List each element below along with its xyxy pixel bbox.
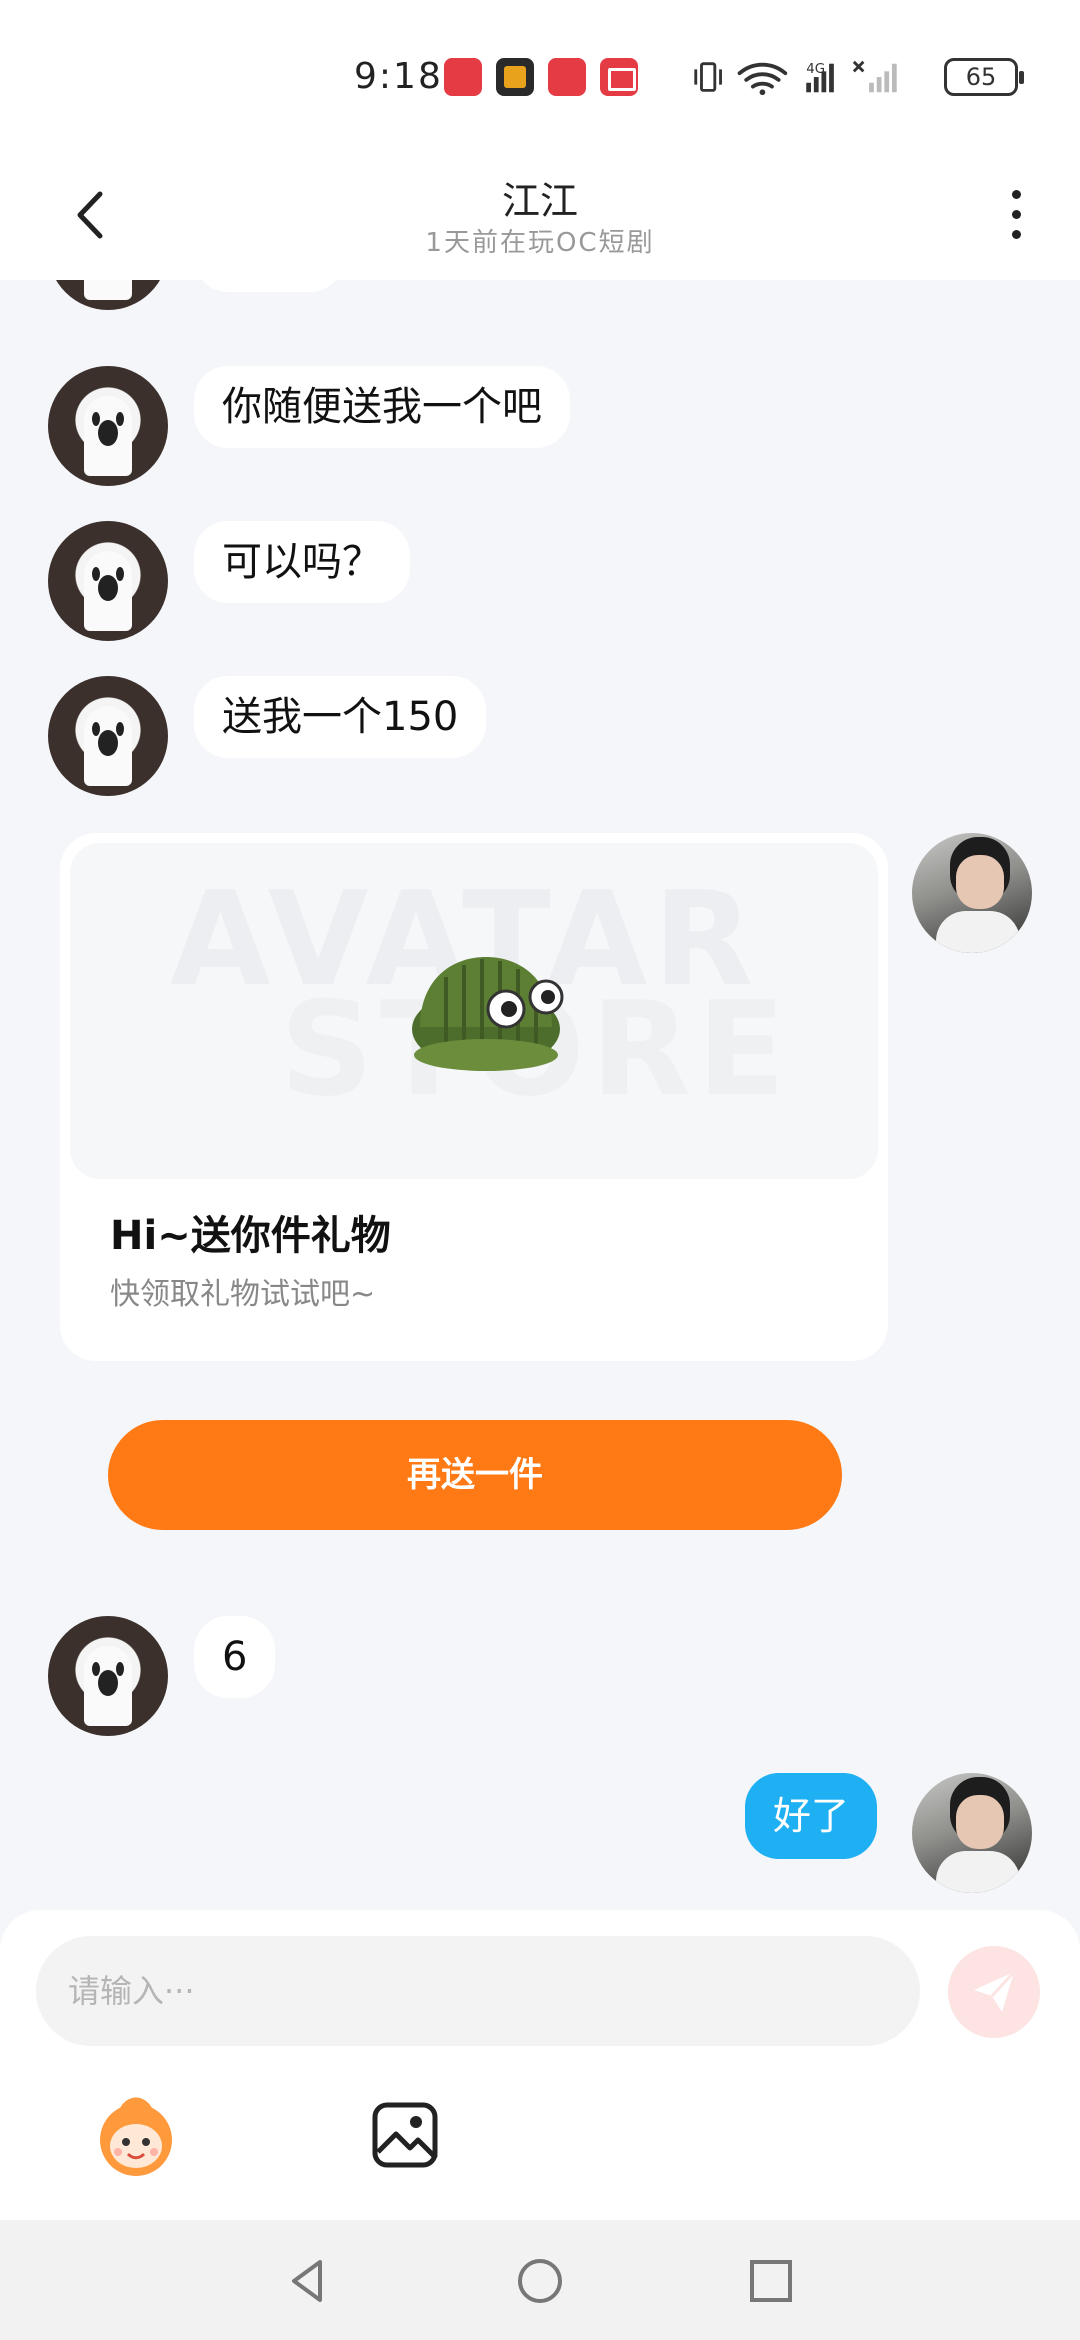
message-bubble-incoming[interactable]: 可以吗？ — [194, 521, 410, 603]
no-signal-icon — [852, 60, 897, 93]
message-bubble-incoming[interactable]: 你随便送我一个吧 — [194, 366, 570, 448]
contact-avatar[interactable] — [48, 366, 168, 486]
send-another-gift-button[interactable]: 再送一件 — [108, 1420, 842, 1530]
vibrate-icon — [694, 62, 722, 92]
message-bubble-incoming[interactable]: 6 — [194, 1616, 276, 1698]
contact-avatar[interactable] — [48, 280, 168, 310]
book-app-icon — [600, 58, 638, 96]
my-avatar[interactable] — [912, 833, 1032, 953]
chat-header: 江江 1天前在玩OC短剧 — [0, 150, 1080, 280]
message-bubble-partial — [194, 280, 344, 292]
message-input[interactable] — [36, 1936, 920, 2046]
message-bubble-incoming[interactable]: 送我一个150 — [194, 676, 487, 758]
send-button[interactable] — [948, 1946, 1040, 2038]
status-time: 9:18 — [354, 56, 443, 97]
contact-avatar[interactable] — [48, 1616, 168, 1736]
contact-status: 1天前在玩OC短剧 — [425, 228, 655, 258]
wifi-icon — [737, 62, 788, 96]
my-avatar[interactable] — [912, 1773, 1032, 1893]
huawei-store-icon — [444, 58, 482, 96]
status-bar: 9:18 4G 65 — [0, 0, 1080, 150]
gift-subtitle: 快领取礼物试试吧~ — [110, 1277, 376, 1312]
huawei-store-icon — [548, 58, 586, 96]
nav-back-icon[interactable] — [284, 2256, 334, 2306]
game-app-icon — [496, 58, 534, 96]
emoji-sticker-icon[interactable] — [90, 2090, 182, 2182]
contact-avatar[interactable] — [48, 676, 168, 796]
contact-name: 江江 — [501, 179, 578, 223]
composer — [0, 1910, 1080, 2220]
message-bubble-outgoing[interactable]: 好了 — [745, 1773, 878, 1859]
battery-indicator: 65 — [944, 58, 1024, 96]
message-list[interactable]: 你随便送我一个吧 可以吗？ 送我一个150 AVATAR STORE — [0, 280, 1080, 1910]
signal-icons: 4G — [694, 60, 897, 96]
image-picker-icon[interactable] — [370, 2100, 440, 2170]
gift-preview: AVATAR STORE — [70, 843, 878, 1179]
nav-recents-icon[interactable] — [746, 2256, 796, 2306]
nav-home-icon[interactable] — [515, 2256, 565, 2306]
system-nav-bar — [0, 2220, 1080, 2340]
gift-card[interactable]: AVATAR STORE Hi~送你件礼物 快领取礼物试试吧~ 再送一件 — [60, 833, 888, 1530]
send-icon — [974, 1970, 1016, 2012]
chat-screen: 9:18 4G 65 江江 1天前在玩OC短剧 你随便送我一个吧 可以吗？ 送我… — [0, 0, 1080, 2340]
gift-title: Hi~送你件礼物 — [110, 1213, 391, 1259]
contact-avatar[interactable] — [48, 521, 168, 641]
more-options-icon[interactable] — [996, 180, 1036, 250]
frog-hat-image — [412, 957, 564, 1071]
